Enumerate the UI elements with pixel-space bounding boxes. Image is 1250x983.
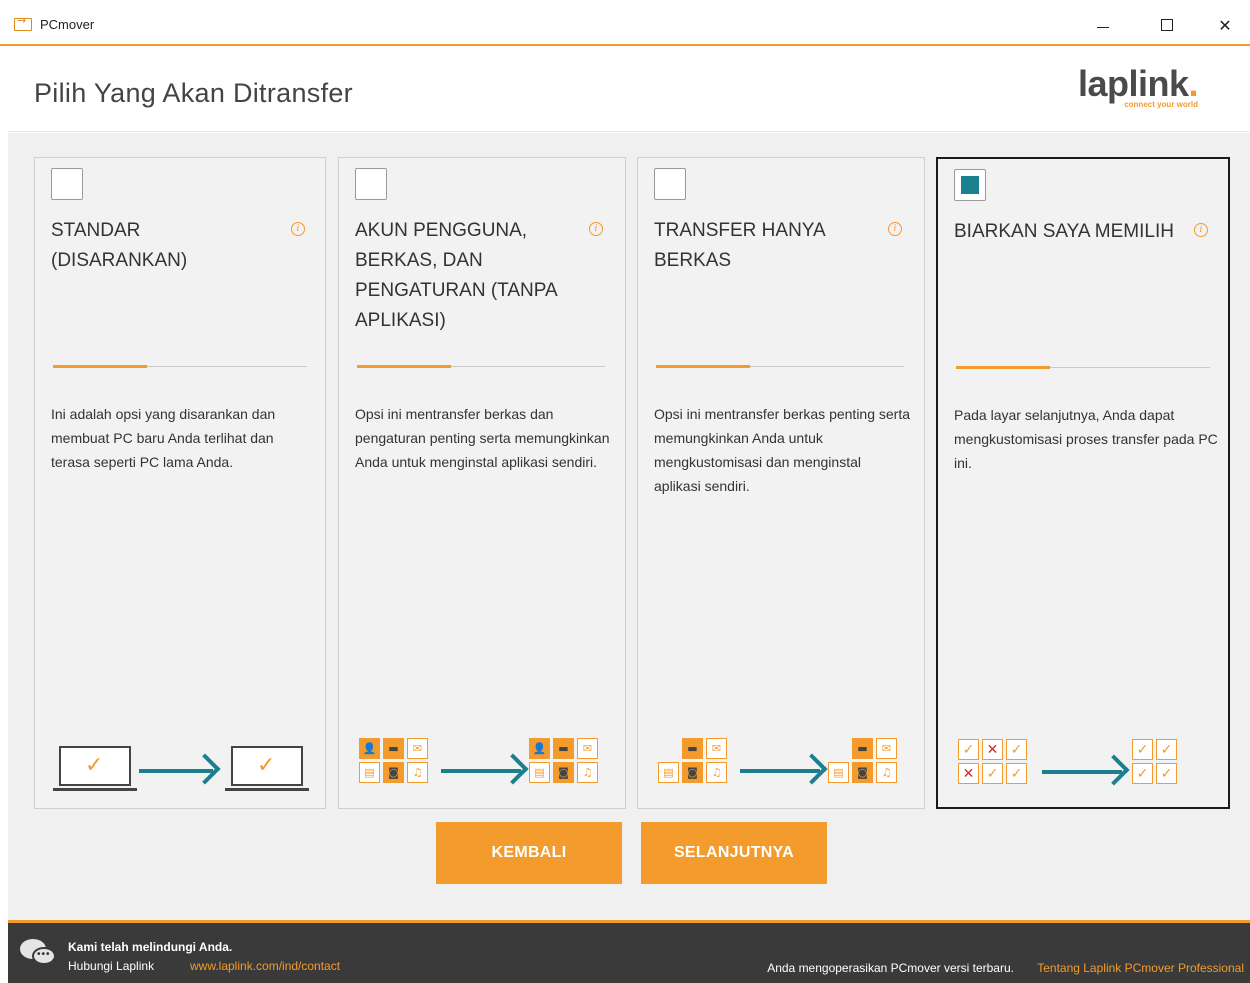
- option-description: Pada layar selanjutnya, Anda dapat mengk…: [954, 407, 1218, 471]
- about-link[interactable]: Tentang Laplink PCmover Professional: [1037, 961, 1244, 975]
- check-icon: ✓: [982, 763, 1003, 784]
- source-items-grid: 👤 ▬ ✉ ▤ ◙ ♫: [359, 738, 428, 783]
- option-divider: [357, 365, 605, 368]
- arrow-right-icon: [740, 769, 820, 773]
- option-title: BIARKAN SAYA MEMILIH: [954, 221, 1174, 242]
- option-checkbox-accounts[interactable]: [355, 168, 387, 200]
- photo-icon: ◙: [852, 762, 873, 783]
- arrow-right-icon: [139, 769, 213, 773]
- user-icon: 👤: [529, 738, 550, 759]
- close-icon: ✕: [1218, 15, 1232, 35]
- option-card-accounts-files-settings[interactable]: AKUN PENGGUNA, BERKAS, DAN PENGATURAN (T…: [338, 157, 626, 809]
- arrow-right-icon: [1042, 770, 1122, 774]
- version-status: Anda mengoperasikan PCmover versi terbar…: [767, 961, 1014, 975]
- document-icon: ▤: [529, 762, 550, 783]
- folder-icon: ▬: [682, 738, 703, 759]
- page-header: Pilih Yang Akan Ditransfer laplink. conn…: [8, 48, 1250, 132]
- music-icon: ♫: [407, 762, 428, 783]
- option-description: Opsi ini mentransfer berkas dan pengatur…: [355, 406, 610, 470]
- folder-icon: ▬: [553, 738, 574, 759]
- status-bar: ••• Kami telah melindungi Anda. Hubungi …: [8, 920, 1250, 983]
- mail-icon: ✉: [706, 738, 727, 759]
- contact-link[interactable]: www.laplink.com/ind/contact: [190, 959, 340, 973]
- document-icon: ▤: [828, 762, 849, 783]
- folder-icon: ▬: [383, 738, 404, 759]
- check-icon: ✓: [1006, 763, 1027, 784]
- option-divider: [656, 365, 904, 368]
- pcmover-app-icon: [14, 14, 32, 31]
- arrow-right-icon: [441, 769, 521, 773]
- check-icon: ✓: [1132, 763, 1153, 784]
- protection-message: Kami telah melindungi Anda.: [68, 940, 233, 954]
- title-bar: PCmover ✕: [0, 0, 1250, 46]
- check-icon: ✓: [1006, 739, 1027, 760]
- info-icon[interactable]: i: [589, 222, 603, 236]
- mail-icon: ✉: [876, 738, 897, 759]
- laptop-icon: ✓: [225, 746, 309, 794]
- option-checkbox-files-only[interactable]: [654, 168, 686, 200]
- option-description: Opsi ini mentransfer berkas penting sert…: [654, 406, 911, 494]
- maximize-icon: [1161, 19, 1173, 31]
- chat-icon: •••: [20, 939, 56, 967]
- contact-label: Hubungi Laplink: [68, 959, 155, 973]
- custom-selection-grid: ✓ ✕ ✓ ✕ ✓ ✓: [958, 739, 1027, 784]
- minimize-button[interactable]: [1080, 8, 1126, 42]
- window-title: PCmover: [40, 17, 95, 32]
- music-icon: ♫: [706, 762, 727, 783]
- option-card-standard[interactable]: STANDAR (DISARANKAN) i Ini adalah opsi y…: [34, 157, 326, 809]
- photo-icon: ◙: [553, 762, 574, 783]
- option-title: STANDAR (DISARANKAN): [51, 220, 188, 271]
- option-divider: [53, 365, 307, 368]
- page-title: Pilih Yang Akan Ditransfer: [34, 78, 353, 108]
- photo-icon: ◙: [682, 762, 703, 783]
- option-title: AKUN PENGGUNA, BERKAS, DAN PENGATURAN (T…: [355, 220, 557, 331]
- option-card-let-me-choose[interactable]: BIARKAN SAYA MEMILIH i Pada layar selanj…: [936, 157, 1230, 809]
- close-button[interactable]: ✕: [1202, 8, 1248, 42]
- source-items-grid: ▬ ✉ ▤ ◙ ♫: [658, 738, 727, 783]
- minimize-icon: [1097, 26, 1109, 28]
- options-area: STANDAR (DISARANKAN) i Ini adalah opsi y…: [8, 133, 1250, 920]
- selected-items-grid: ✓ ✓ ✓ ✓: [1132, 739, 1177, 784]
- logo-text: laplink: [1077, 63, 1189, 104]
- laplink-logo: laplink. connect your world: [1077, 63, 1199, 110]
- next-button[interactable]: SELANJUTNYA: [641, 822, 827, 884]
- laptop-icon: ✓: [53, 746, 137, 794]
- mail-icon: ✉: [407, 738, 428, 759]
- check-icon: ✓: [1156, 763, 1177, 784]
- window-edge: [0, 48, 8, 983]
- photo-icon: ◙: [383, 762, 404, 783]
- back-button[interactable]: KEMBALI: [436, 822, 622, 884]
- option-checkbox-let-me-choose[interactable]: [954, 169, 986, 201]
- option-title: TRANSFER HANYA BERKAS: [654, 220, 825, 271]
- mail-icon: ✉: [577, 738, 598, 759]
- document-icon: ▤: [359, 762, 380, 783]
- target-items-grid: ▬ ✉ ▤ ◙ ♫: [828, 738, 897, 783]
- music-icon: ♫: [876, 762, 897, 783]
- info-icon[interactable]: i: [888, 222, 902, 236]
- document-icon: ▤: [658, 762, 679, 783]
- check-icon: ✓: [1132, 739, 1153, 760]
- logo-dot: .: [1188, 63, 1198, 104]
- info-icon[interactable]: i: [1194, 223, 1208, 237]
- check-icon: ✓: [1156, 739, 1177, 760]
- music-icon: ♫: [577, 762, 598, 783]
- option-description: Ini adalah opsi yang disarankan dan memb…: [51, 406, 276, 470]
- x-icon: ✕: [982, 739, 1003, 760]
- option-card-files-only[interactable]: TRANSFER HANYA BERKAS i Opsi ini mentran…: [637, 157, 925, 809]
- user-icon: 👤: [359, 738, 380, 759]
- info-icon[interactable]: i: [291, 222, 305, 236]
- maximize-button[interactable]: [1144, 8, 1190, 42]
- option-checkbox-standard[interactable]: [51, 168, 83, 200]
- option-divider: [956, 366, 1210, 369]
- check-icon: ✓: [958, 739, 979, 760]
- x-icon: ✕: [958, 763, 979, 784]
- folder-icon: ▬: [852, 738, 873, 759]
- target-items-grid: 👤 ▬ ✉ ▤ ◙ ♫: [529, 738, 598, 783]
